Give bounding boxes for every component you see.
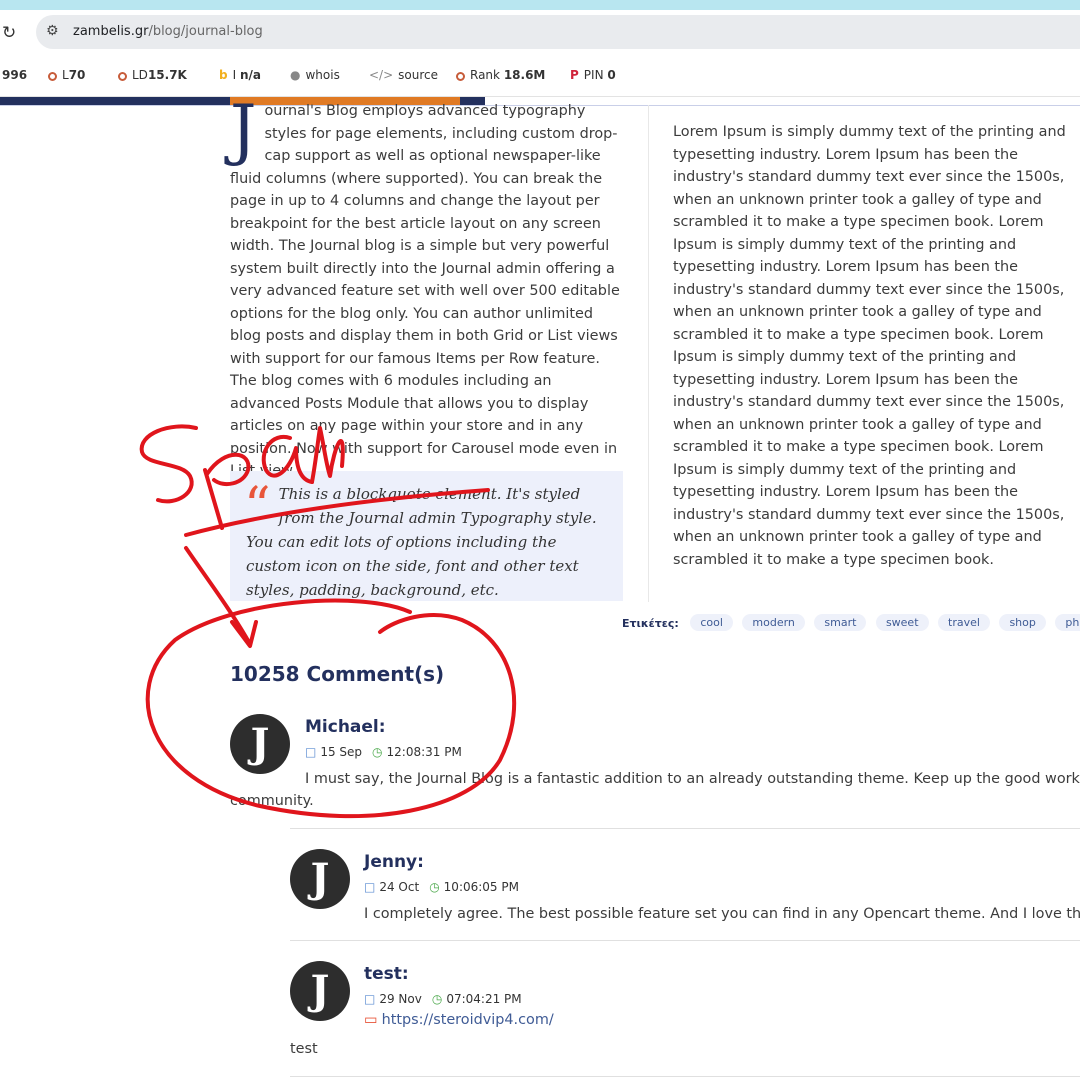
- comments-title: 10258 Comment(s): [230, 662, 445, 686]
- url-domain: zambelis.gr: [73, 24, 149, 39]
- spam-word: [139, 424, 198, 504]
- tag-modern[interactable]: modern: [742, 614, 805, 631]
- comment-text: test: [290, 1041, 318, 1057]
- comment-text-continued: community.: [230, 793, 314, 809]
- lorem-column: Lorem Ipsum is simply dummy text of the …: [673, 124, 1066, 568]
- seo-item-whois[interactable]: ● whois: [290, 68, 340, 82]
- comment-divider: [290, 1076, 1080, 1077]
- menu-segment: [0, 97, 230, 105]
- tag-shop[interactable]: shop: [999, 614, 1046, 631]
- drop-cap: J: [230, 91, 257, 168]
- clock-icon: ◷: [431, 992, 443, 1006]
- comment-website-link[interactable]: https://steroidvip4.com/: [382, 1012, 554, 1028]
- clock-icon: ◷: [429, 880, 440, 894]
- user-icon: ●: [290, 68, 301, 82]
- url-path: /blog/journal-blog: [148, 24, 263, 39]
- arrow-icon: [230, 620, 258, 648]
- seo-item-pin[interactable]: P PIN 0: [570, 68, 616, 82]
- clock-icon: ◷: [372, 745, 383, 759]
- comment-divider: [290, 828, 1080, 829]
- avatar: J: [290, 849, 350, 909]
- comment-meta: □ 15 Sep ◷ 12:08:31 PM: [305, 745, 462, 759]
- column-divider: [648, 105, 649, 602]
- spam-word: [203, 468, 224, 530]
- window-top-strip: [0, 0, 1080, 10]
- seo-item-rank[interactable]: Rank 18.6M: [456, 68, 545, 82]
- comment-author: test:: [364, 964, 409, 984]
- seo-item-l[interactable]: L70: [48, 68, 85, 82]
- tags-bar: Ετικέτες: cool modern smart sweet travel…: [622, 614, 1080, 631]
- seo-toolbar: 996 L70 LD15.7K bI n/a ● whois </> source …: [0, 56, 1080, 97]
- tag-photography[interactable]: photogra: [1055, 614, 1080, 631]
- seo-item-ld[interactable]: LD15.7K: [118, 68, 187, 82]
- article-body: for page elements, including custom drop…: [230, 125, 620, 480]
- circle-icon: [456, 72, 465, 81]
- tag-travel[interactable]: travel: [938, 614, 990, 631]
- site-settings-icon[interactable]: ⚙: [46, 23, 59, 39]
- circle-icon: [118, 72, 127, 81]
- article-text: Journal's Blog employs advanced typograp…: [230, 91, 622, 483]
- code-icon: </>: [369, 68, 394, 82]
- avatar: J: [230, 714, 290, 774]
- url-field[interactable]: ⚙ zambelis.gr/blog/journal-blog: [36, 15, 1080, 49]
- seo-item-bing[interactable]: bI n/a: [219, 68, 261, 82]
- seo-item-source[interactable]: </> source: [369, 68, 438, 82]
- comment-divider: [290, 940, 1080, 941]
- calendar-icon: □: [364, 880, 376, 894]
- avatar: J: [290, 961, 350, 1021]
- tag-cool[interactable]: cool: [690, 614, 733, 631]
- blockquote-text: This is a blockquote element. It's style…: [246, 485, 597, 599]
- comment-website: ▭ https://steroidvip4.com/: [364, 1012, 554, 1028]
- comment-text: I must say, the Journal Blog is a fantas…: [305, 771, 1080, 787]
- tags-label: Ετικέτες:: [622, 616, 679, 630]
- comment-text: I completely agree. The best possible fe…: [364, 906, 1080, 922]
- seo-item-partial[interactable]: 996: [2, 68, 27, 82]
- quote-icon: “: [244, 477, 271, 537]
- blockquote: “This is a blockquote element. It's styl…: [230, 471, 623, 601]
- calendar-icon: □: [364, 992, 376, 1006]
- pinterest-icon: P: [570, 68, 579, 82]
- tag-sweet[interactable]: sweet: [875, 614, 929, 631]
- comment-meta: □ 24 Oct ◷ 10:06:05 PM: [364, 880, 519, 894]
- comment-meta: □ 29 Nov ◷ 07:04:21 PM: [364, 992, 522, 1006]
- calendar-icon: □: [305, 745, 317, 759]
- tag-smart[interactable]: smart: [814, 614, 867, 631]
- circle-icon: [48, 72, 57, 81]
- laptop-icon: ▭: [364, 1012, 378, 1028]
- comment-author: Michael:: [305, 717, 386, 737]
- url-text: zambelis.gr/blog/journal-blog: [73, 24, 263, 39]
- reload-icon[interactable]: ↻: [2, 23, 16, 43]
- browser-address-bar: ↻ ⚙ zambelis.gr/blog/journal-blog: [0, 10, 1080, 56]
- comment-author: Jenny:: [364, 852, 424, 872]
- bing-icon: b: [219, 68, 228, 82]
